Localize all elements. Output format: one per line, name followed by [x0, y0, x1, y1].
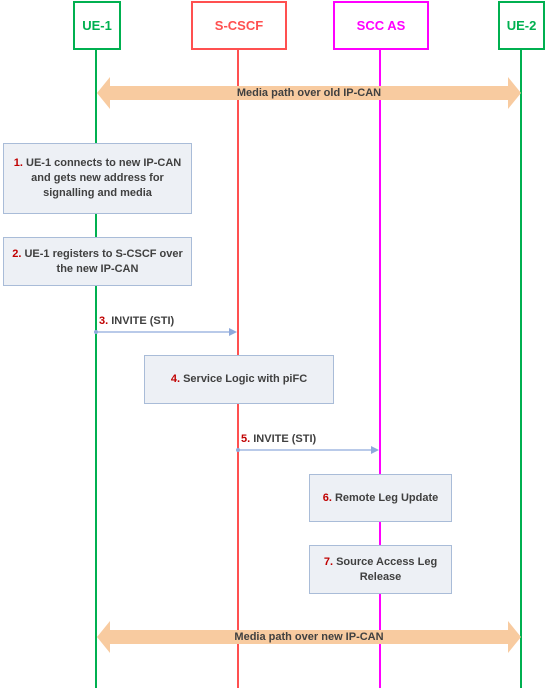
step-number: 3.: [99, 315, 109, 327]
message-text: INVITE (STI): [111, 315, 175, 327]
step-number: 1.: [13, 157, 23, 169]
message-text: INVITE (STI): [253, 433, 317, 445]
step-text: Source Access Leg Release: [336, 555, 438, 583]
step-text: Service Logic with piFC: [183, 373, 308, 385]
message-5-label: 5. INVITE (STI): [241, 433, 316, 445]
step-number: 2.: [12, 247, 22, 260]
step-1-box: 1. UE-1 connects to new IP-CAN and gets …: [3, 143, 192, 214]
step-number: 5.: [241, 433, 251, 445]
step-4-box: 4. Service Logic with piFC: [144, 355, 334, 404]
step-number: 4.: [170, 373, 181, 385]
step-7-box: 7. Source Access Leg Release: [309, 545, 452, 594]
step-6-box: 6. Remote Leg Update: [309, 474, 452, 522]
message-3-label: 3. INVITE (STI): [99, 315, 174, 327]
arrows-layer: [94, 77, 521, 653]
message-arrow-3: [94, 328, 237, 336]
media-path-new-label: Media path over new IP-CAN: [234, 631, 384, 643]
step-number: 7.: [323, 555, 334, 568]
media-path-old-label: Media path over old IP-CAN: [236, 87, 382, 99]
step-text: UE-1 connects to new IP-CAN and gets new…: [26, 157, 182, 199]
step-text: Remote Leg Update: [334, 491, 439, 504]
step-2-box: 2. UE-1 registers to S-CSCF over the new…: [3, 237, 192, 286]
message-arrow-5: [236, 446, 379, 454]
step-number: 6.: [322, 491, 332, 504]
step-text: UE-1 registers to S-CSCF over the new IP…: [24, 247, 183, 275]
